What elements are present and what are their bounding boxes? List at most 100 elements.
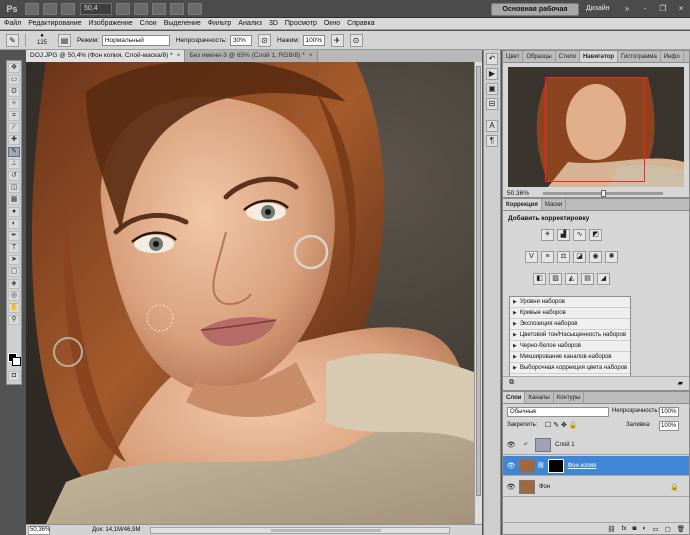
path-selection-tool-icon[interactable]: ➤	[8, 255, 20, 265]
tab-layers[interactable]: Слои	[503, 392, 526, 403]
3d-rotate-tool-icon[interactable]: ◈	[8, 279, 20, 289]
brush-tool-preset-icon[interactable]: ✎	[6, 33, 19, 47]
link-layers-icon[interactable]: ⛓	[607, 525, 615, 533]
visibility-eye-icon[interactable]: 👁	[506, 462, 516, 470]
add-mask-icon[interactable]: ◙	[633, 525, 637, 532]
navigator-zoom-slider[interactable]	[543, 190, 663, 197]
selective-color-icon[interactable]: ◢	[597, 273, 610, 285]
document-tab-active[interactable]: DOJ.JPG @ 50,4% (Фон копия, Слой-маска/8…	[26, 50, 186, 62]
gradient-tool-icon[interactable]: ▦	[8, 195, 20, 205]
opacity-field[interactable]: 30%	[229, 34, 252, 46]
photo-filter-icon[interactable]: ◉	[589, 251, 602, 263]
type-tool-icon[interactable]: T	[8, 243, 20, 253]
layer-row[interactable]: 👁 ⤶ Слой 1	[503, 435, 689, 455]
tab-styles[interactable]: Стили	[556, 51, 580, 62]
navigator-view-rectangle[interactable]	[545, 77, 645, 182]
color-balance-icon[interactable]: ⚖	[557, 251, 570, 263]
delete-layer-icon[interactable]: 🗑	[677, 525, 685, 533]
airbrush-icon[interactable]: ✈	[330, 33, 344, 47]
scrollbar-thumb[interactable]	[271, 528, 382, 532]
navigator-preview[interactable]	[508, 67, 684, 187]
menu-file[interactable]: Файл	[4, 20, 21, 27]
horizontal-scrollbar[interactable]	[150, 526, 451, 534]
slider-knob[interactable]	[601, 190, 606, 197]
measurement-panel-icon[interactable]: ⊟	[486, 98, 498, 110]
tab-channels[interactable]: Каналы	[525, 392, 554, 403]
clone-stamp-tool-icon[interactable]: ⊥	[8, 159, 20, 169]
background-color-swatch[interactable]	[12, 357, 21, 366]
menu-edit[interactable]: Редактирование	[28, 20, 81, 27]
hand-tool-icon[interactable]: ✋	[8, 303, 20, 313]
history-panel-icon[interactable]: ↶	[486, 53, 498, 65]
animation-panel-icon[interactable]: ▣	[486, 83, 498, 95]
brush-panel-icon[interactable]: ▤	[58, 33, 71, 47]
history-brush-tool-icon[interactable]: ↺	[8, 171, 20, 181]
preset-curves[interactable]: ▶ Кривые наборов	[510, 308, 630, 319]
channel-mixer-icon[interactable]: ✺	[605, 251, 618, 263]
menu-view[interactable]: Просмотр	[285, 20, 317, 27]
menu-select[interactable]: Выделение	[164, 20, 201, 27]
layer-style-icon[interactable]: fx	[621, 525, 626, 532]
quick-select-tool-icon[interactable]: ✧	[8, 99, 20, 109]
view-extras-icon[interactable]	[61, 2, 75, 15]
actions-panel-icon[interactable]: ▶	[486, 68, 498, 80]
new-adjustment-layer-icon[interactable]: ◐	[642, 525, 646, 532]
threshold-icon[interactable]: ◭	[565, 273, 578, 285]
preset-exposure[interactable]: ▶ Экспозиция наборов	[510, 319, 630, 330]
lasso-tool-icon[interactable]: ʘ	[8, 87, 20, 97]
new-layer-icon[interactable]: ▢	[665, 525, 671, 533]
fill-field[interactable]: 100%	[659, 421, 679, 431]
new-group-icon[interactable]: ▭	[652, 525, 658, 533]
shape-tool-icon[interactable]: ▢	[8, 267, 20, 277]
mode-select[interactable]: Нормальный	[101, 34, 170, 46]
menu-analysis[interactable]: Анализ	[238, 20, 262, 27]
tab-color[interactable]: Цвет	[503, 51, 524, 62]
scrollbar-thumb[interactable]	[476, 66, 481, 496]
document-tab-inactive[interactable]: Без имени-3 @ 65% (Слой 1, RGB/8) * ×	[185, 50, 318, 62]
menu-filter[interactable]: Фильтр	[208, 20, 232, 27]
adjustment-options-icon[interactable]: ▰	[678, 379, 683, 388]
invert-icon[interactable]: ◧	[533, 273, 546, 285]
levels-icon[interactable]: ▟	[557, 229, 570, 241]
menu-image[interactable]: Изображение	[89, 20, 133, 27]
paragraph-panel-icon[interactable]: ¶	[486, 135, 498, 147]
character-panel-icon[interactable]: A	[486, 120, 498, 132]
move-tool-icon[interactable]: ✥	[8, 63, 20, 73]
quick-mask-icon[interactable]: ◘	[8, 371, 20, 381]
dodge-tool-icon[interactable]: ◐	[8, 219, 20, 229]
navigator-zoom-value[interactable]: 50.36%	[507, 190, 529, 197]
menu-window[interactable]: Окно	[324, 20, 340, 27]
layer-mask-thumbnail[interactable]	[547, 458, 564, 473]
menu-layers[interactable]: Слои	[140, 20, 157, 27]
tab-swatches[interactable]: Образцы	[523, 51, 556, 62]
preset-selective-color[interactable]: ▶ Выборочная коррекция цвета наборов	[510, 363, 630, 374]
zoom-level-select[interactable]: 50,4	[80, 2, 112, 15]
pressure-field[interactable]: 100%	[302, 34, 325, 46]
close-button[interactable]: ×	[674, 3, 688, 15]
crop-tool-icon[interactable]: ⌗	[8, 111, 20, 121]
tab-adjustments[interactable]: Коррекция	[503, 199, 542, 210]
workspace-design-button[interactable]: Дизайн	[586, 5, 610, 12]
launch-mini-bridge-icon[interactable]	[43, 2, 57, 15]
restore-button[interactable]: ❐	[656, 3, 670, 15]
blur-tool-icon[interactable]: ●	[8, 207, 20, 217]
layer-row[interactable]: 👁 Фон 🔒	[503, 477, 689, 497]
visibility-eye-icon[interactable]: 👁	[506, 441, 516, 449]
rotate-view-icon[interactable]	[152, 2, 166, 15]
healing-brush-tool-icon[interactable]: ✚	[8, 135, 20, 145]
menu-3d[interactable]: 3D	[269, 20, 278, 27]
document-size-info[interactable]: Док: 14,1M/46,9M	[92, 527, 140, 533]
layer-row-selected[interactable]: 👁 ⛓ Фон копия	[503, 456, 689, 476]
screen-mode-icon[interactable]	[188, 2, 202, 15]
lock-icons[interactable]: ☐ ✎ ✥ 🔒	[545, 421, 578, 429]
posterize-icon[interactable]: ▨	[549, 273, 562, 285]
exposure-icon[interactable]: ◩	[589, 229, 602, 241]
hand-tool-icon[interactable]	[116, 2, 130, 15]
close-tab-icon[interactable]: ×	[177, 52, 181, 59]
pressure-opacity-icon[interactable]: ⊙	[257, 33, 271, 47]
brightness-contrast-icon[interactable]: ☀	[541, 229, 554, 241]
tab-navigator[interactable]: Навигатор	[579, 51, 619, 62]
preset-levels[interactable]: ▶ Уровни наборов	[510, 297, 630, 308]
eraser-tool-icon[interactable]: ◫	[8, 183, 20, 193]
launch-bridge-icon[interactable]	[25, 2, 39, 15]
